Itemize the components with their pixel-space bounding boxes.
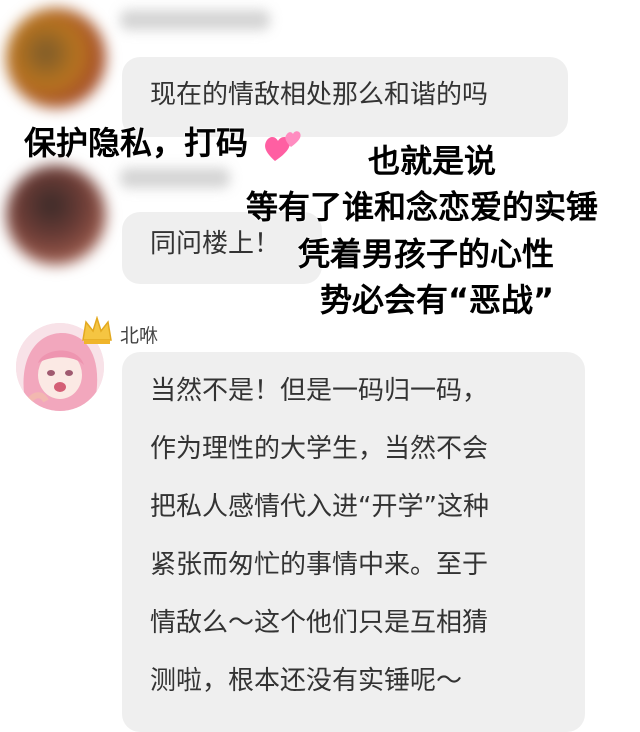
- blurred-username-1: [120, 10, 270, 30]
- blurred-username-2: [120, 168, 230, 188]
- privacy-note: 保护隐私，打码: [24, 124, 305, 165]
- reply-line-2: 作为理性的大学生，当然不会: [150, 434, 489, 464]
- blurred-avatar-2[interactable]: [6, 165, 106, 265]
- privacy-note-text: 保护隐私，打码: [24, 124, 249, 162]
- reply-bubble: 当然不是！但是一码归一码， 作为理性的大学生，当然不会 把私人感情代入进“开学”…: [122, 352, 585, 732]
- overlay-line-3: 凭着男孩子的心性: [298, 235, 555, 273]
- reply-username[interactable]: 北咻: [120, 321, 158, 348]
- reply-line-5: 情敌么～这个他们只是互相猜: [150, 608, 489, 638]
- crown-icon: [82, 316, 112, 344]
- blurred-avatar-1[interactable]: [6, 8, 106, 108]
- message-text-1: 现在的情敌相处那么和谐的吗: [150, 80, 489, 110]
- overlay-line-1: 也就是说: [368, 142, 497, 180]
- reply-line-4: 紧张而匆忙的事情中来。至于: [150, 550, 489, 580]
- sparkling-heart-icon: [265, 131, 301, 161]
- message-text-2: 同问楼上！: [150, 229, 281, 259]
- overlay-line-4: 势必会有“恶战”: [320, 281, 555, 319]
- reply-line-3: 把私人感情代入进“开学”这种: [150, 492, 489, 522]
- reply-line-6: 测啦，根本还没有实锤呢～: [150, 666, 463, 696]
- overlay-line-2: 等有了谁和念恋爱的实锤: [246, 188, 599, 226]
- reply-line-1: 当然不是！但是一码归一码，: [150, 376, 489, 406]
